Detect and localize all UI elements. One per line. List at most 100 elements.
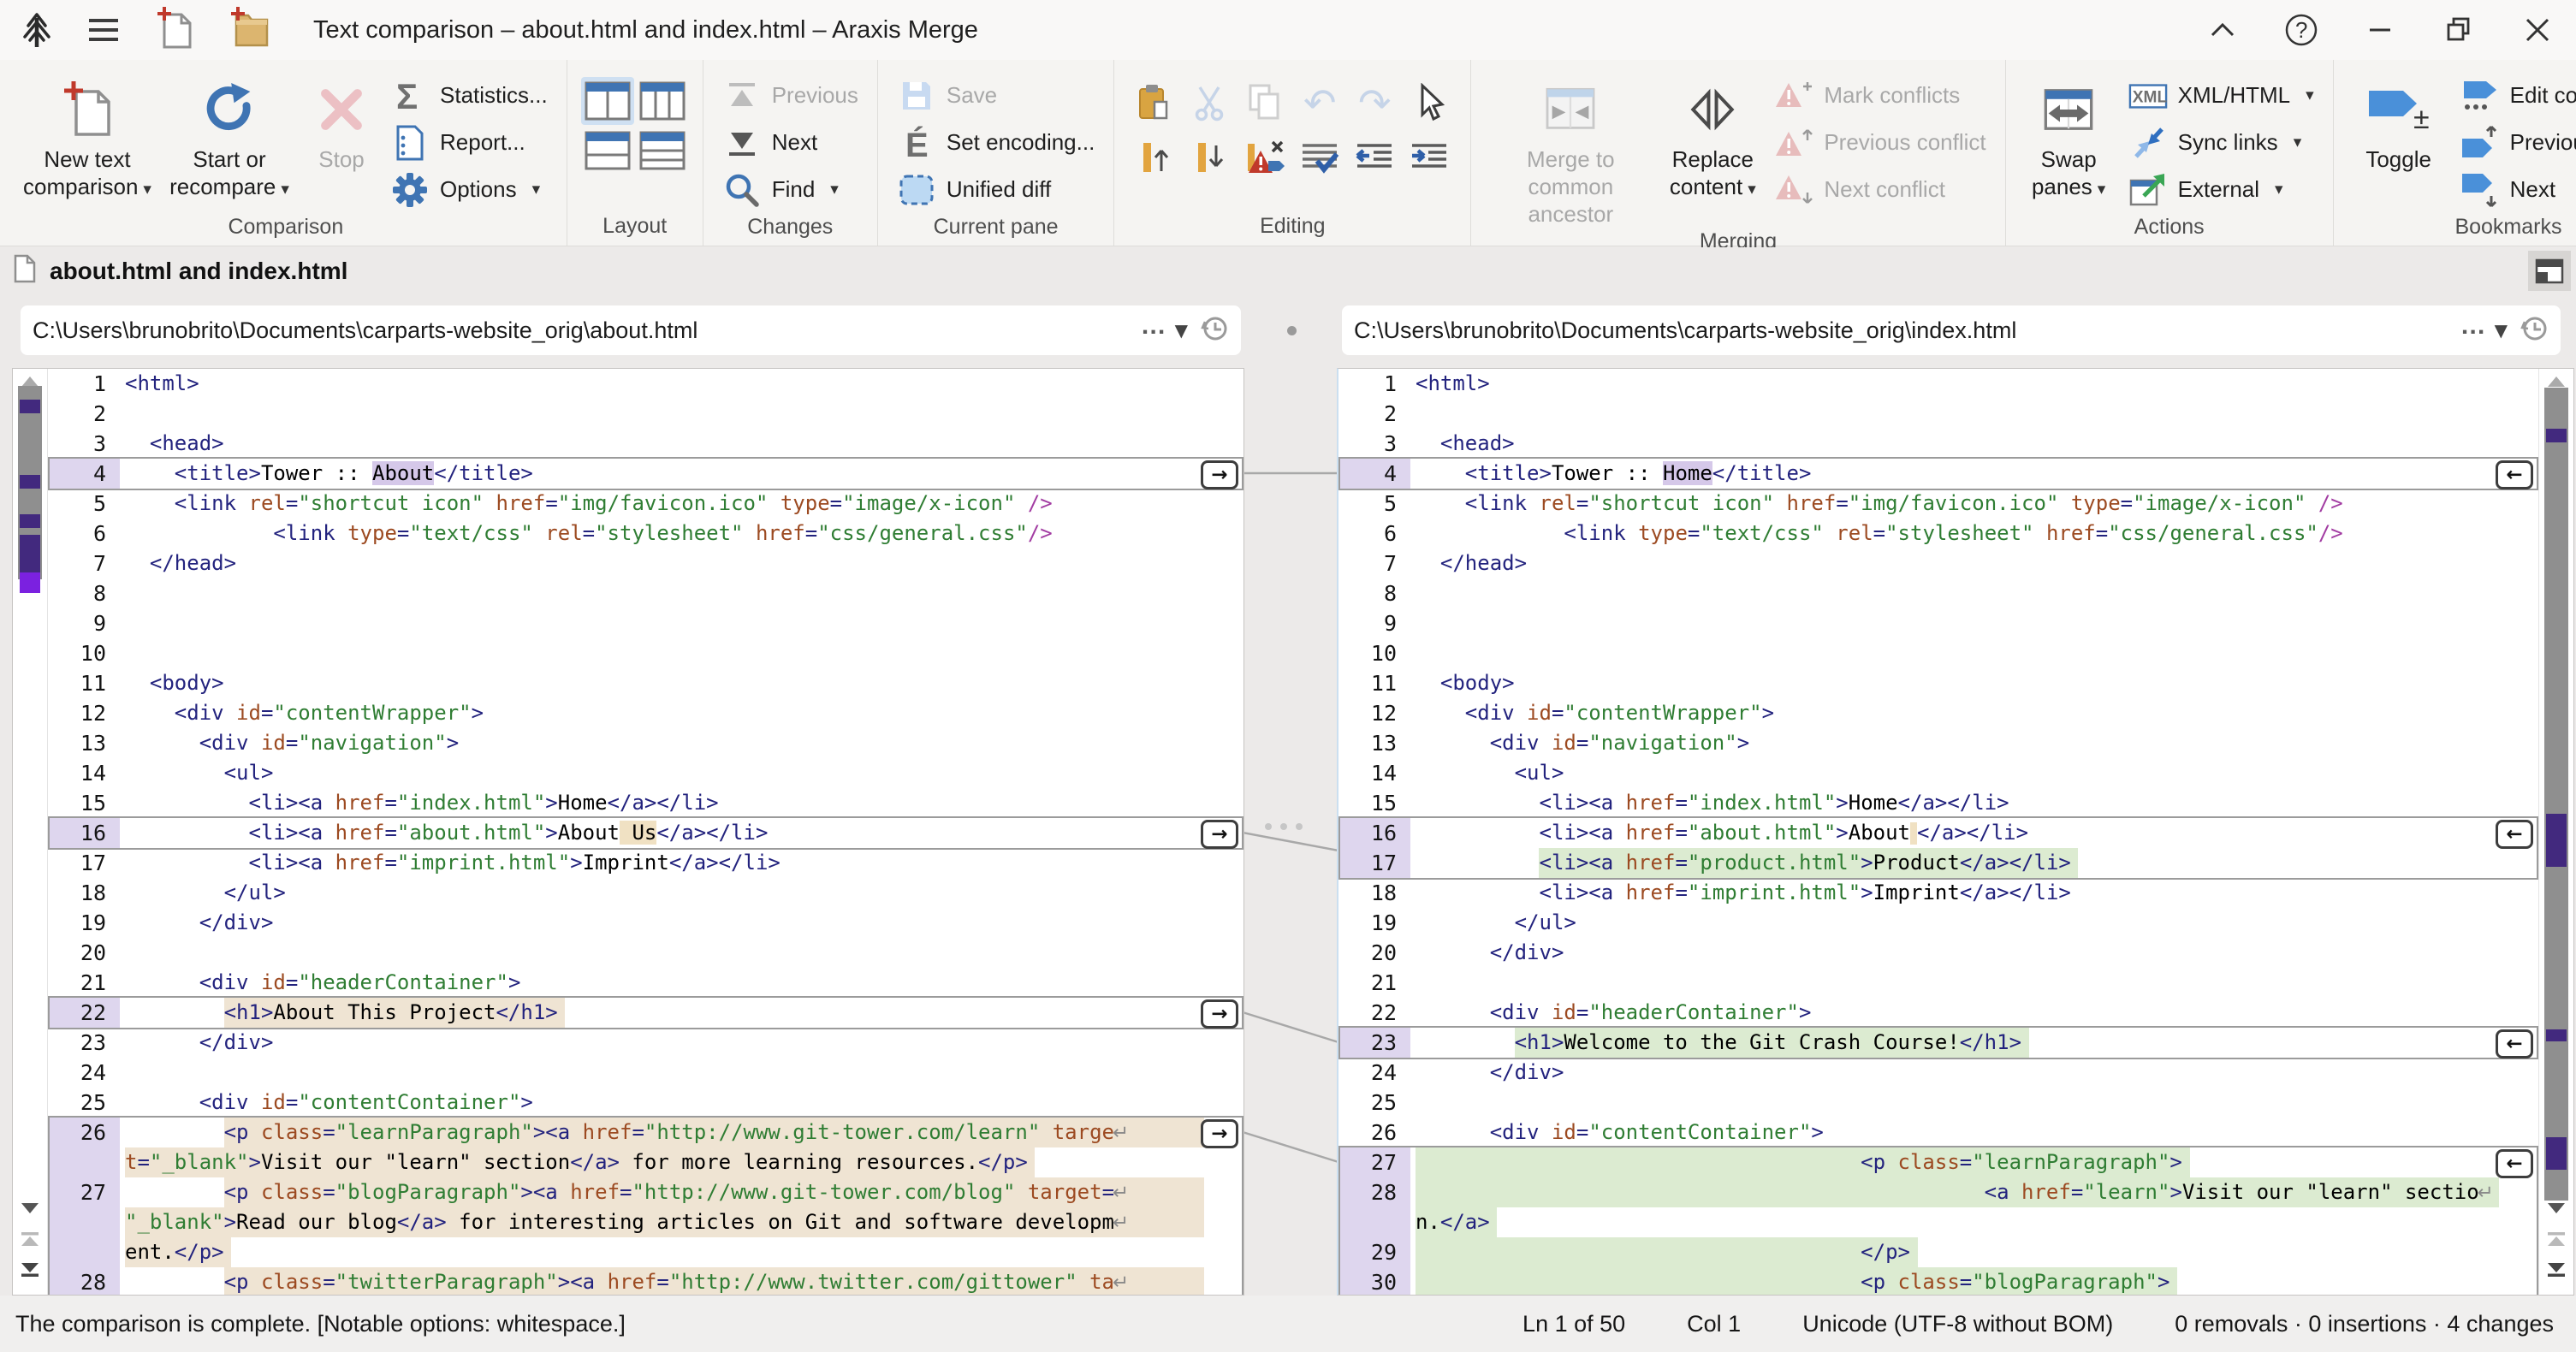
code-line[interactable]: 27 <p class="blogParagraph"><a href="htt… <box>48 1177 1243 1207</box>
options-button[interactable]: Options▾ <box>385 166 553 213</box>
code-line[interactable]: 28 <p class="twitterParagraph"><a href="… <box>48 1267 1243 1295</box>
code-line[interactable]: 12 <div id="contentWrapper"> <box>48 698 1243 728</box>
sync-links-button[interactable]: Sync links▾ <box>2123 119 2319 166</box>
set-encoding-button[interactable]: É Set encoding... <box>892 119 1100 166</box>
code-line[interactable]: 6 <link type="text/css" rel="stylesheet"… <box>48 519 1243 549</box>
left-code-pane[interactable]: 1<html>23 <head>4 <title>Tower :: About<… <box>12 368 1244 1296</box>
next-bookmark-button[interactable]: Next <box>2455 166 2576 213</box>
code-line[interactable]: 26 <div id="contentContainer"> <box>1338 1118 2538 1147</box>
right-change-map-scrollbar[interactable] <box>2538 369 2573 1295</box>
code-line[interactable]: 3 <head> <box>1338 429 2538 459</box>
find-button[interactable]: Find▾ <box>717 166 864 213</box>
new-text-comparison-titlebar-icon[interactable] <box>154 6 193 55</box>
code-line[interactable]: 15 <li><a href="index.html">Home</a></li… <box>1338 788 2538 818</box>
code-line[interactable]: 12 <div id="contentWrapper"> <box>1338 698 2538 728</box>
code-line[interactable]: 16 <li><a href="about.html">About Us</a>… <box>48 818 1243 848</box>
layout-two-panes-button[interactable] <box>581 77 634 125</box>
code-line[interactable]: 21 <box>1338 968 2538 998</box>
statistics-button[interactable]: Σ Statistics... <box>385 72 553 119</box>
code-line[interactable]: 28 <a href="learn">Visit our "learn" sec… <box>1338 1177 2538 1207</box>
code-line[interactable]: 10 <box>1338 638 2538 668</box>
collapse-ribbon-icon[interactable] <box>2203 10 2242 50</box>
copy-change-left-button[interactable]: ← <box>2496 1149 2533 1178</box>
change-marker[interactable] <box>20 514 40 528</box>
report-button[interactable]: Report... <box>385 119 553 166</box>
code-line[interactable]: 30 <p class="blogParagraph"> <box>1338 1267 2538 1295</box>
menu-icon[interactable] <box>89 19 118 41</box>
swap-panes-button[interactable]: Swap panes▾ <box>2020 65 2118 204</box>
code-line[interactable]: 7 </head> <box>1338 549 2538 578</box>
copy-change-right-button[interactable]: → <box>1201 1119 1238 1148</box>
code-line[interactable]: 2 <box>48 399 1243 429</box>
left-change-map-scrollbar[interactable] <box>13 369 48 1295</box>
scroll-down-icon[interactable] <box>19 1197 41 1219</box>
code-line[interactable]: 11 <body> <box>48 668 1243 698</box>
code-line[interactable]: 9 <box>1338 608 2538 638</box>
code-line[interactable]: "_blank">Read our blog</a> for interesti… <box>48 1207 1243 1237</box>
code-line[interactable]: 29 </p> <box>1338 1237 2538 1267</box>
file-history-icon[interactable] <box>2520 314 2549 347</box>
code-line[interactable]: 13 <div id="navigation"> <box>1338 728 2538 758</box>
jump-last-change-icon[interactable] <box>2545 1259 2567 1281</box>
change-marker[interactable] <box>20 400 40 413</box>
code-line[interactable]: n.</a> <box>1338 1207 2538 1237</box>
code-line[interactable]: 1<html> <box>48 369 1243 399</box>
paste-button[interactable] <box>1128 75 1183 130</box>
copy-change-left-button[interactable]: ← <box>2496 820 2533 849</box>
xml-html-button[interactable]: XML XML/HTML▾ <box>2123 72 2319 119</box>
replace-content-button[interactable]: Replace content▾ <box>1661 65 1764 204</box>
next-change-button[interactable]: Next <box>717 119 864 166</box>
code-line[interactable]: 2 <box>1338 399 2538 429</box>
pane-layout-toggle-button[interactable] <box>2528 251 2571 291</box>
code-line[interactable]: 27 <p class="learnParagraph"> <box>1338 1147 2538 1177</box>
remove-conflict-markers-button[interactable] <box>1238 130 1292 185</box>
code-line[interactable]: 22 <h1>About This Project</h1> <box>48 998 1243 1028</box>
code-line[interactable]: 14 <ul> <box>48 758 1243 788</box>
code-line[interactable]: 1<html> <box>1338 369 2538 399</box>
close-button[interactable] <box>2518 10 2557 50</box>
path-dropdown-caret-icon[interactable]: ▼ <box>2495 320 2508 341</box>
code-line[interactable]: 16 <li><a href="about.html">About</a></l… <box>1338 818 2538 848</box>
new-text-comparison-button[interactable]: New text comparison▾ <box>19 65 156 204</box>
indent-lines-button[interactable] <box>1402 130 1457 185</box>
scroll-down-icon[interactable] <box>2545 1197 2567 1219</box>
current-change-marker[interactable] <box>20 572 40 593</box>
status-encoding[interactable]: Unicode (UTF-8 without BOM) <box>1802 1311 2113 1337</box>
layout-two-rows-button[interactable] <box>581 127 634 175</box>
new-folder-comparison-titlebar-icon[interactable] <box>229 6 272 55</box>
copy-change-left-button[interactable]: ← <box>2496 1029 2533 1058</box>
code-line[interactable]: 7 </head> <box>48 549 1243 578</box>
start-or-recompare-button[interactable]: Start or recompare▾ <box>161 65 298 204</box>
code-line[interactable]: t="_blank">Visit our "learn" section</a>… <box>48 1147 1243 1177</box>
code-line[interactable]: 10 <box>48 638 1243 668</box>
code-line[interactable]: 6 <link type="text/css" rel="stylesheet"… <box>1338 519 2538 549</box>
code-line[interactable]: 20 <box>48 938 1243 968</box>
code-line[interactable]: 18 <li><a href="imprint.html">Imprint</a… <box>1338 878 2538 908</box>
change-marker[interactable] <box>2546 429 2567 442</box>
code-line[interactable]: 23 </div> <box>48 1028 1243 1058</box>
code-line[interactable]: 19 </div> <box>48 908 1243 938</box>
browse-ellipsis-icon[interactable]: … <box>2460 311 2486 341</box>
right-code-pane[interactable]: 1<html>23 <head>4 <title>Tower :: Home</… <box>1337 368 2574 1296</box>
code-line[interactable]: 18 </ul> <box>48 878 1243 908</box>
code-line[interactable]: 25 <box>1338 1088 2538 1118</box>
insertion-point-down-button[interactable] <box>1183 130 1238 185</box>
previous-bookmark-button[interactable]: Previous <box>2455 119 2576 166</box>
code-line[interactable]: 24 </div> <box>1338 1058 2538 1088</box>
external-button[interactable]: External▾ <box>2123 166 2319 213</box>
change-map-thumb[interactable] <box>2544 388 2568 1201</box>
accept-changes-button[interactable] <box>1292 130 1347 185</box>
code-line[interactable]: 15 <li><a href="index.html">Home</a></li… <box>48 788 1243 818</box>
code-line[interactable]: 22 <div id="headerContainer"> <box>1338 998 2538 1028</box>
copy-change-right-button[interactable]: → <box>1201 999 1238 1029</box>
code-line[interactable]: 5 <link rel="shortcut icon" href="img/fa… <box>1338 489 2538 519</box>
code-line[interactable]: 17 <li><a href="product.html">Product</a… <box>1338 848 2538 878</box>
path-dropdown-caret-icon[interactable]: ▼ <box>1175 320 1188 341</box>
code-line[interactable]: 24 <box>48 1058 1243 1088</box>
code-line[interactable]: 17 <li><a href="imprint.html">Imprint</a… <box>48 848 1243 878</box>
code-line[interactable]: 4 <title>Tower :: Home</title> <box>1338 459 2538 489</box>
code-line[interactable]: 13 <div id="navigation"> <box>48 728 1243 758</box>
code-line[interactable]: 5 <link rel="shortcut icon" href="img/fa… <box>48 489 1243 519</box>
restore-button[interactable] <box>2439 10 2478 50</box>
toggle-bookmark-button[interactable]: ± Toggle <box>2347 65 2450 173</box>
